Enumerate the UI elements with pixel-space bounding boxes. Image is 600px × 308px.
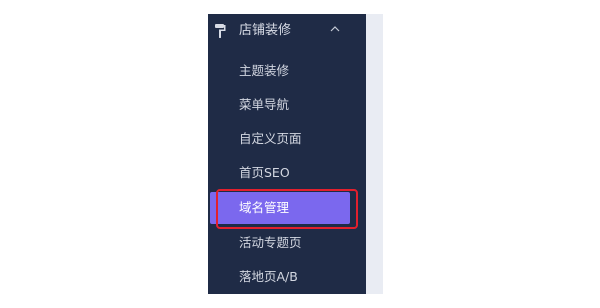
chevron-up-icon[interactable]	[330, 25, 340, 33]
sidebar-item-theme-decoration[interactable]: 主题装修	[208, 54, 366, 88]
section-header-store-decoration[interactable]: 店铺装修	[208, 20, 366, 42]
section-label: 店铺装修	[239, 23, 292, 38]
sidebar-item-label: 菜单导航	[239, 97, 290, 112]
sidebar-item-landing-page-ab[interactable]: 落地页A/B	[208, 260, 366, 294]
scrollbar-track[interactable]	[366, 14, 383, 294]
sidebar-item-label: 活动专题页	[239, 235, 302, 250]
sidebar-item-label: 主题装修	[239, 63, 290, 78]
sidebar-item-homepage-seo[interactable]: 首页SEO	[208, 156, 366, 190]
sidebar-item-label: 自定义页面	[239, 131, 302, 146]
sidebar-item-campaign-pages[interactable]: 活动专题页	[208, 226, 366, 260]
paint-roller-icon	[215, 24, 226, 38]
sidebar-item-label: 域名管理	[239, 200, 290, 215]
sidebar-nav: 店铺装修 主题装修 菜单导航 自定义页面 首页SEO 域名管理 活动专题页 落地…	[208, 14, 366, 294]
sidebar-item-label: 首页SEO	[239, 165, 290, 180]
sidebar-item-menu-navigation[interactable]: 菜单导航	[208, 88, 366, 122]
sidebar-item-custom-pages[interactable]: 自定义页面	[208, 122, 366, 156]
sidebar-item-label: 落地页A/B	[239, 269, 298, 284]
sidebar-item-domain-management[interactable]: 域名管理	[208, 192, 366, 226]
